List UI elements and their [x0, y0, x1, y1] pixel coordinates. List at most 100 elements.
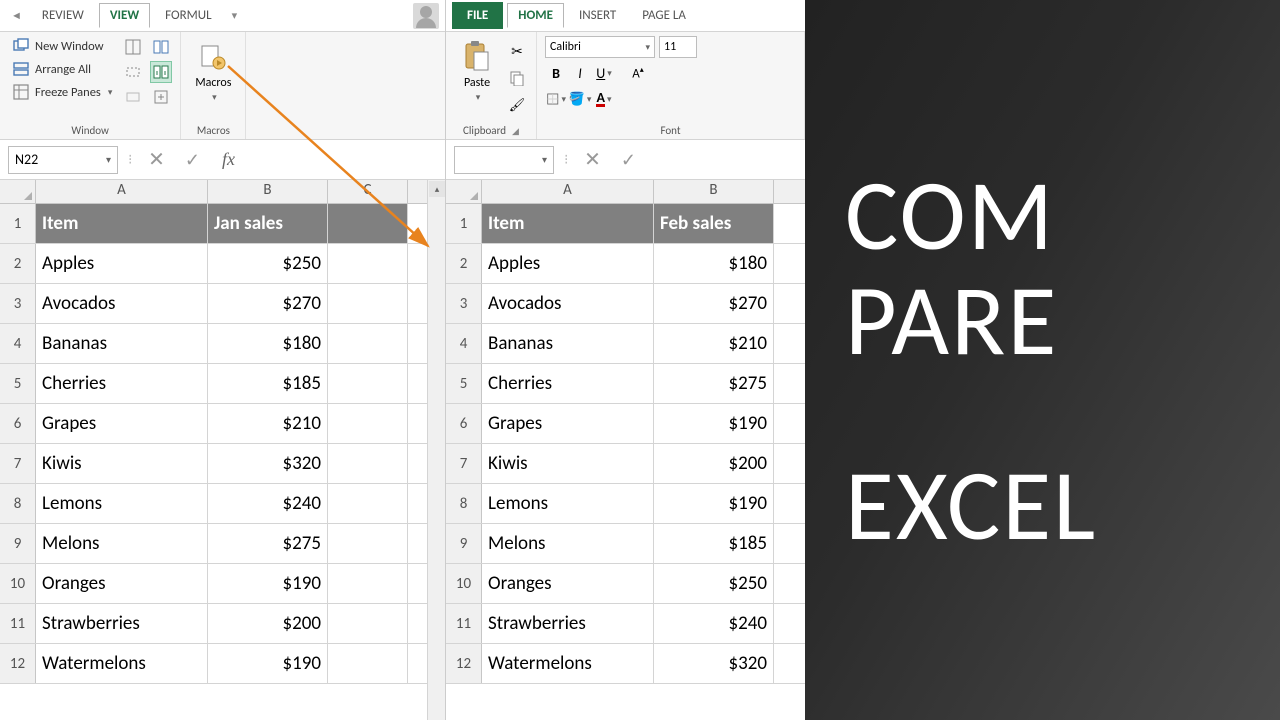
cell-item[interactable]: Cherries [36, 364, 208, 403]
cell-empty[interactable] [328, 324, 408, 363]
vertical-scrollbar[interactable]: ▴ [427, 180, 445, 720]
enter-formula-button[interactable]: ✓ [614, 146, 642, 174]
font-color-button[interactable]: A▾ [593, 88, 615, 110]
row-header[interactable]: 4 [0, 324, 36, 363]
cell-value[interactable]: $270 [654, 284, 774, 323]
row-header[interactable]: 3 [446, 284, 482, 323]
hide-button[interactable] [122, 61, 144, 83]
cell-item[interactable]: Kiwis [36, 444, 208, 483]
tab-home[interactable]: HOME [507, 3, 564, 28]
cell-value[interactable]: $270 [208, 284, 328, 323]
cell-empty[interactable] [328, 644, 408, 683]
font-size-select[interactable]: 11 [659, 36, 697, 58]
row-header[interactable]: 3 [0, 284, 36, 323]
cell-value[interactable]: $250 [654, 564, 774, 603]
row-header[interactable]: 7 [0, 444, 36, 483]
cell-empty[interactable] [328, 404, 408, 443]
cell-value[interactable]: $275 [654, 364, 774, 403]
header-cell-item[interactable]: Item [36, 204, 208, 243]
name-box[interactable]: ▾ [454, 146, 554, 174]
row-header[interactable]: 8 [446, 484, 482, 523]
cell-value[interactable]: $190 [208, 644, 328, 683]
arrange-all-button[interactable]: Arrange All [8, 59, 116, 79]
tab-overflow-right[interactable]: ▾ [227, 4, 243, 27]
row-header[interactable]: 1 [446, 204, 482, 243]
header-cell-empty[interactable] [328, 204, 408, 243]
name-box[interactable]: N22▾ [8, 146, 118, 174]
col-header-b[interactable]: B [208, 180, 328, 203]
cell-value[interactable]: $240 [654, 604, 774, 643]
cell-item[interactable]: Bananas [36, 324, 208, 363]
cell-item[interactable]: Watermelons [36, 644, 208, 683]
tab-overflow-left[interactable]: ◄ [6, 4, 27, 27]
cell-item[interactable]: Grapes [482, 404, 654, 443]
split-button[interactable] [122, 36, 144, 58]
cell-value[interactable]: $240 [208, 484, 328, 523]
cancel-formula-button[interactable]: ✕ [142, 146, 170, 174]
cell-value[interactable]: $185 [654, 524, 774, 563]
row-header[interactable]: 6 [0, 404, 36, 443]
row-header[interactable]: 7 [446, 444, 482, 483]
cell-value[interactable]: $190 [654, 404, 774, 443]
cell-empty[interactable] [328, 444, 408, 483]
paste-button[interactable]: Paste ▾ [454, 36, 500, 122]
row-header[interactable]: 9 [0, 524, 36, 563]
row-header[interactable]: 10 [446, 564, 482, 603]
freeze-panes-button[interactable]: Freeze Panes▾ [8, 82, 116, 102]
row-header[interactable]: 11 [446, 604, 482, 643]
cell-value[interactable]: $320 [654, 644, 774, 683]
col-header-c[interactable]: C [328, 180, 408, 203]
row-header[interactable]: 8 [0, 484, 36, 523]
enter-formula-button[interactable]: ✓ [178, 146, 206, 174]
cell-item[interactable]: Bananas [482, 324, 654, 363]
cell-item[interactable]: Melons [482, 524, 654, 563]
col-header-b[interactable]: B [654, 180, 774, 203]
cell-item[interactable]: Kiwis [482, 444, 654, 483]
cell-empty[interactable] [328, 284, 408, 323]
row-header[interactable]: 12 [446, 644, 482, 683]
cell-empty[interactable] [328, 484, 408, 523]
cell-item[interactable]: Oranges [482, 564, 654, 603]
cell-item[interactable]: Strawberries [36, 604, 208, 643]
row-header[interactable]: 2 [446, 244, 482, 283]
cell-value[interactable]: $250 [208, 244, 328, 283]
insert-function-button[interactable]: fx [214, 146, 242, 174]
cell-item[interactable]: Strawberries [482, 604, 654, 643]
header-cell-item[interactable]: Item [482, 204, 654, 243]
fill-color-button[interactable]: 🪣▾ [569, 88, 591, 110]
row-header[interactable]: 12 [0, 644, 36, 683]
tab-file[interactable]: FILE [452, 2, 503, 29]
cell-item[interactable]: Avocados [482, 284, 654, 323]
cell-value[interactable]: $180 [208, 324, 328, 363]
new-window-button[interactable]: New Window [8, 36, 116, 56]
view-side-by-side-button[interactable] [150, 36, 172, 58]
cell-value[interactable]: $320 [208, 444, 328, 483]
row-header[interactable]: 4 [446, 324, 482, 363]
cell-value[interactable]: $200 [654, 444, 774, 483]
cell-value[interactable]: $185 [208, 364, 328, 403]
macros-button[interactable]: Macros ▾ [189, 36, 237, 122]
italic-button[interactable]: I [569, 62, 591, 84]
copy-button[interactable] [506, 67, 528, 89]
row-header[interactable]: 6 [446, 404, 482, 443]
tab-formulas[interactable]: FORMUL [154, 3, 222, 28]
dialog-launcher-icon[interactable]: ◢ [512, 126, 519, 137]
cell-value[interactable]: $210 [208, 404, 328, 443]
unhide-button[interactable] [122, 86, 144, 108]
cell-empty[interactable] [328, 604, 408, 643]
cell-item[interactable]: Grapes [36, 404, 208, 443]
cut-button[interactable]: ✂ [506, 40, 528, 62]
underline-button[interactable]: U▾ [593, 62, 615, 84]
cell-item[interactable]: Watermelons [482, 644, 654, 683]
row-header[interactable]: 2 [0, 244, 36, 283]
row-header[interactable]: 1 [0, 204, 36, 243]
row-header[interactable]: 9 [446, 524, 482, 563]
tab-insert[interactable]: INSERT [568, 3, 627, 28]
cell-value[interactable]: $210 [654, 324, 774, 363]
cancel-formula-button[interactable]: ✕ [578, 146, 606, 174]
bold-button[interactable]: B [545, 62, 567, 84]
cell-item[interactable]: Lemons [36, 484, 208, 523]
cell-empty[interactable] [328, 564, 408, 603]
font-name-select[interactable]: Calibri▾ [545, 36, 655, 58]
row-header[interactable]: 5 [446, 364, 482, 403]
